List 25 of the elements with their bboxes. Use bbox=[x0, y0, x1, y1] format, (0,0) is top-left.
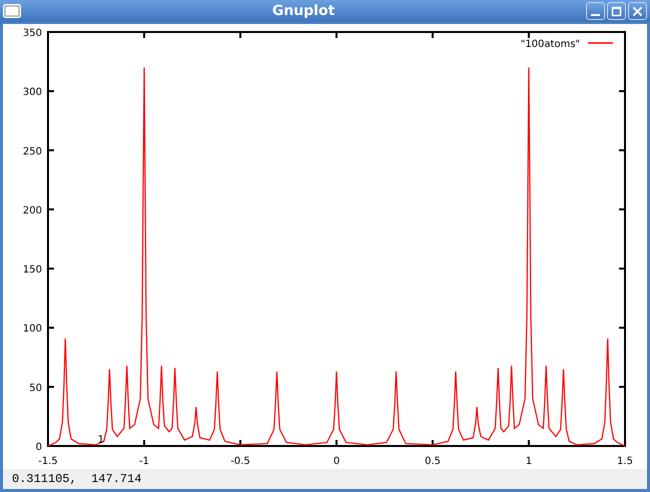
minimize-icon bbox=[591, 14, 600, 16]
tick-label: 0.5 bbox=[424, 456, 441, 467]
close-icon bbox=[632, 6, 643, 16]
tick-label: -1.5 bbox=[38, 456, 58, 467]
tick-label: 0 bbox=[36, 442, 42, 453]
tick-label: 350 bbox=[22, 28, 42, 39]
tick-label: -1 bbox=[139, 456, 150, 467]
tick-label: 100 bbox=[22, 324, 42, 335]
tick-label: 1 bbox=[526, 456, 532, 467]
tick-label: -0.5 bbox=[230, 456, 250, 467]
legend-text: "100atoms" bbox=[520, 39, 580, 50]
tick-label: 200 bbox=[22, 205, 42, 216]
window-title: Gnuplot bbox=[271, 3, 336, 19]
tick-label: 250 bbox=[22, 146, 42, 158]
minimize-button[interactable] bbox=[586, 2, 605, 20]
window-icon bbox=[3, 4, 21, 18]
status-text: 0.311105, 147.714 bbox=[12, 472, 142, 486]
tick-label: 0 bbox=[333, 456, 340, 467]
tick-label: 50 bbox=[29, 382, 42, 394]
tick-label: 1.5 bbox=[617, 456, 633, 467]
maximize-button[interactable] bbox=[607, 2, 626, 20]
tick-label: 150 bbox=[22, 264, 42, 276]
tick-label: 300 bbox=[22, 87, 42, 98]
maximize-icon bbox=[611, 6, 622, 16]
close-button[interactable] bbox=[628, 2, 647, 20]
